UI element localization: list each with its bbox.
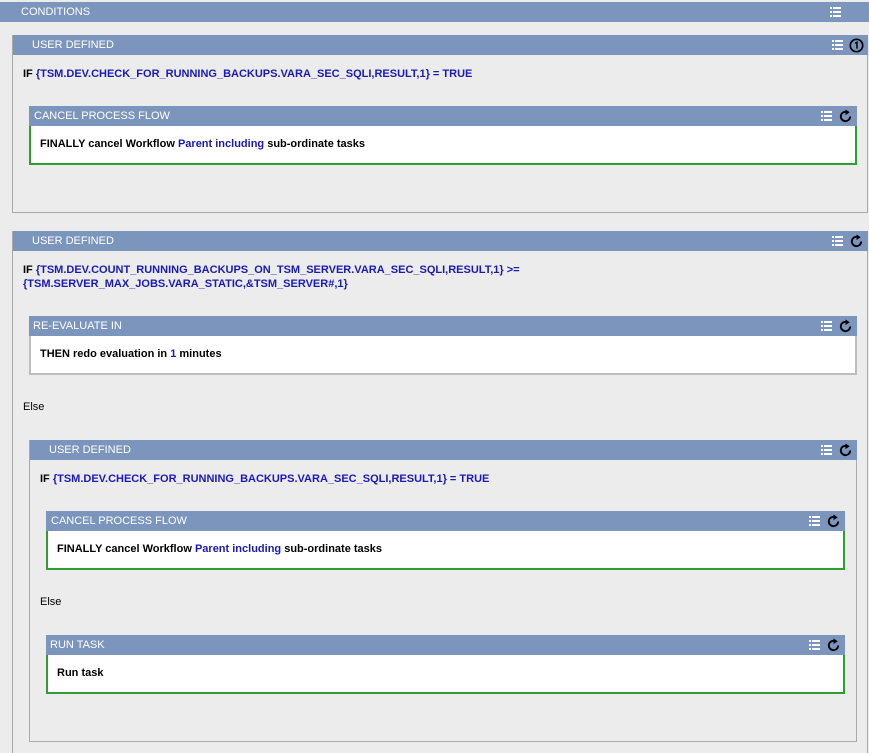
run-task-text: Run task [57, 667, 104, 679]
nested-condition-statement[interactable]: IF {TSM.DEV.CHECK_FOR_RUNNING_BACKUPS.VA… [40, 472, 489, 486]
menu-icon[interactable] [809, 516, 820, 526]
target-value[interactable]: Parent including [178, 138, 264, 150]
target-value[interactable]: Parent including [195, 543, 281, 555]
condition-expression: {TSM.DEV.CHECK_FOR_RUNNING_BACKUPS.VARA_… [52, 473, 490, 485]
menu-icon[interactable] [821, 445, 832, 455]
refresh-icon[interactable] [838, 108, 853, 124]
cancel-process-flow-title: CANCEL PROCESS FLOW [34, 110, 170, 122]
nested-cancel-process-flow-body: FINALLY cancel Workflow Parent including… [46, 531, 845, 570]
menu-icon[interactable] [821, 321, 832, 331]
re-evaluate-header: RE-EVALUATE IN [29, 316, 857, 336]
finally-rest: sub-ordinate tasks [284, 543, 383, 555]
finally-keyword: FINALLY cancel Workflow [40, 138, 175, 150]
reeval-value[interactable]: 1 [170, 348, 176, 360]
badge-icon[interactable] [849, 37, 864, 53]
condition-statement-2[interactable]: IF {TSM.DEV.COUNT_RUNNING_BACKUPS_ON_TSM… [23, 263, 520, 277]
if-keyword: IF [23, 68, 33, 80]
refresh-icon[interactable] [826, 513, 841, 529]
user-defined-header-1: USER DEFINED [13, 35, 868, 55]
refresh-icon[interactable] [838, 442, 853, 458]
finally-statement: FINALLY cancel Workflow Parent including… [57, 542, 382, 556]
then-statement: THEN redo evaluation in 1 minutes [40, 347, 222, 361]
re-evaluate-title: RE-EVALUATE IN [33, 320, 122, 332]
finally-statement: FINALLY cancel Workflow Parent including… [40, 137, 365, 151]
menu-icon[interactable] [821, 111, 832, 121]
refresh-icon[interactable] [849, 233, 864, 249]
user-defined-title: USER DEFINED [32, 235, 114, 247]
then-keyword: THEN redo evaluation in [40, 348, 168, 360]
conditions-header: CONDITIONS [0, 2, 869, 22]
refresh-icon[interactable] [826, 637, 841, 653]
cancel-process-flow-header-1: CANCEL PROCESS FLOW [29, 106, 857, 126]
condition-statement-1[interactable]: IF {TSM.DEV.CHECK_FOR_RUNNING_BACKUPS.VA… [23, 67, 472, 81]
run-task-header: RUN TASK [46, 635, 845, 655]
user-defined-title: USER DEFINED [32, 39, 114, 51]
nested-cancel-process-flow-header: CANCEL PROCESS FLOW [46, 511, 845, 531]
else-label: Else [23, 401, 45, 413]
nested-user-defined-header: USER DEFINED [30, 440, 857, 460]
conditions-title: CONDITIONS [21, 6, 91, 18]
condition-expression-line2: {TSM.SERVER_MAX_JOBS.VARA_STATIC,&TSM_SE… [23, 278, 348, 290]
if-keyword: IF [40, 473, 50, 485]
finally-keyword: FINALLY cancel Workflow [57, 543, 192, 555]
cancel-process-flow-title: CANCEL PROCESS FLOW [51, 515, 187, 527]
condition-expression-line1: {TSM.DEV.COUNT_RUNNING_BACKUPS_ON_TSM_SE… [35, 264, 520, 276]
menu-icon[interactable] [832, 40, 843, 50]
re-evaluate-body: THEN redo evaluation in 1 minutes [29, 336, 857, 375]
user-defined-header-2: USER DEFINED [13, 231, 868, 251]
if-keyword: IF [23, 264, 33, 276]
run-task-title: RUN TASK [50, 639, 105, 651]
cancel-process-flow-body-1: FINALLY cancel Workflow Parent including… [29, 126, 857, 165]
menu-icon[interactable] [832, 236, 843, 246]
reeval-unit: minutes [179, 348, 222, 360]
finally-rest: sub-ordinate tasks [267, 138, 366, 150]
refresh-icon[interactable] [838, 318, 853, 334]
user-defined-title: USER DEFINED [49, 444, 131, 456]
nested-else-label: Else [40, 596, 62, 608]
condition-expression: {TSM.DEV.CHECK_FOR_RUNNING_BACKUPS.VARA_… [35, 68, 473, 80]
menu-icon[interactable] [830, 7, 841, 17]
run-task-body: Run task [46, 655, 845, 694]
condition-statement-2-cont[interactable]: {TSM.SERVER_MAX_JOBS.VARA_STATIC,&TSM_SE… [23, 277, 348, 291]
menu-icon[interactable] [809, 640, 820, 650]
